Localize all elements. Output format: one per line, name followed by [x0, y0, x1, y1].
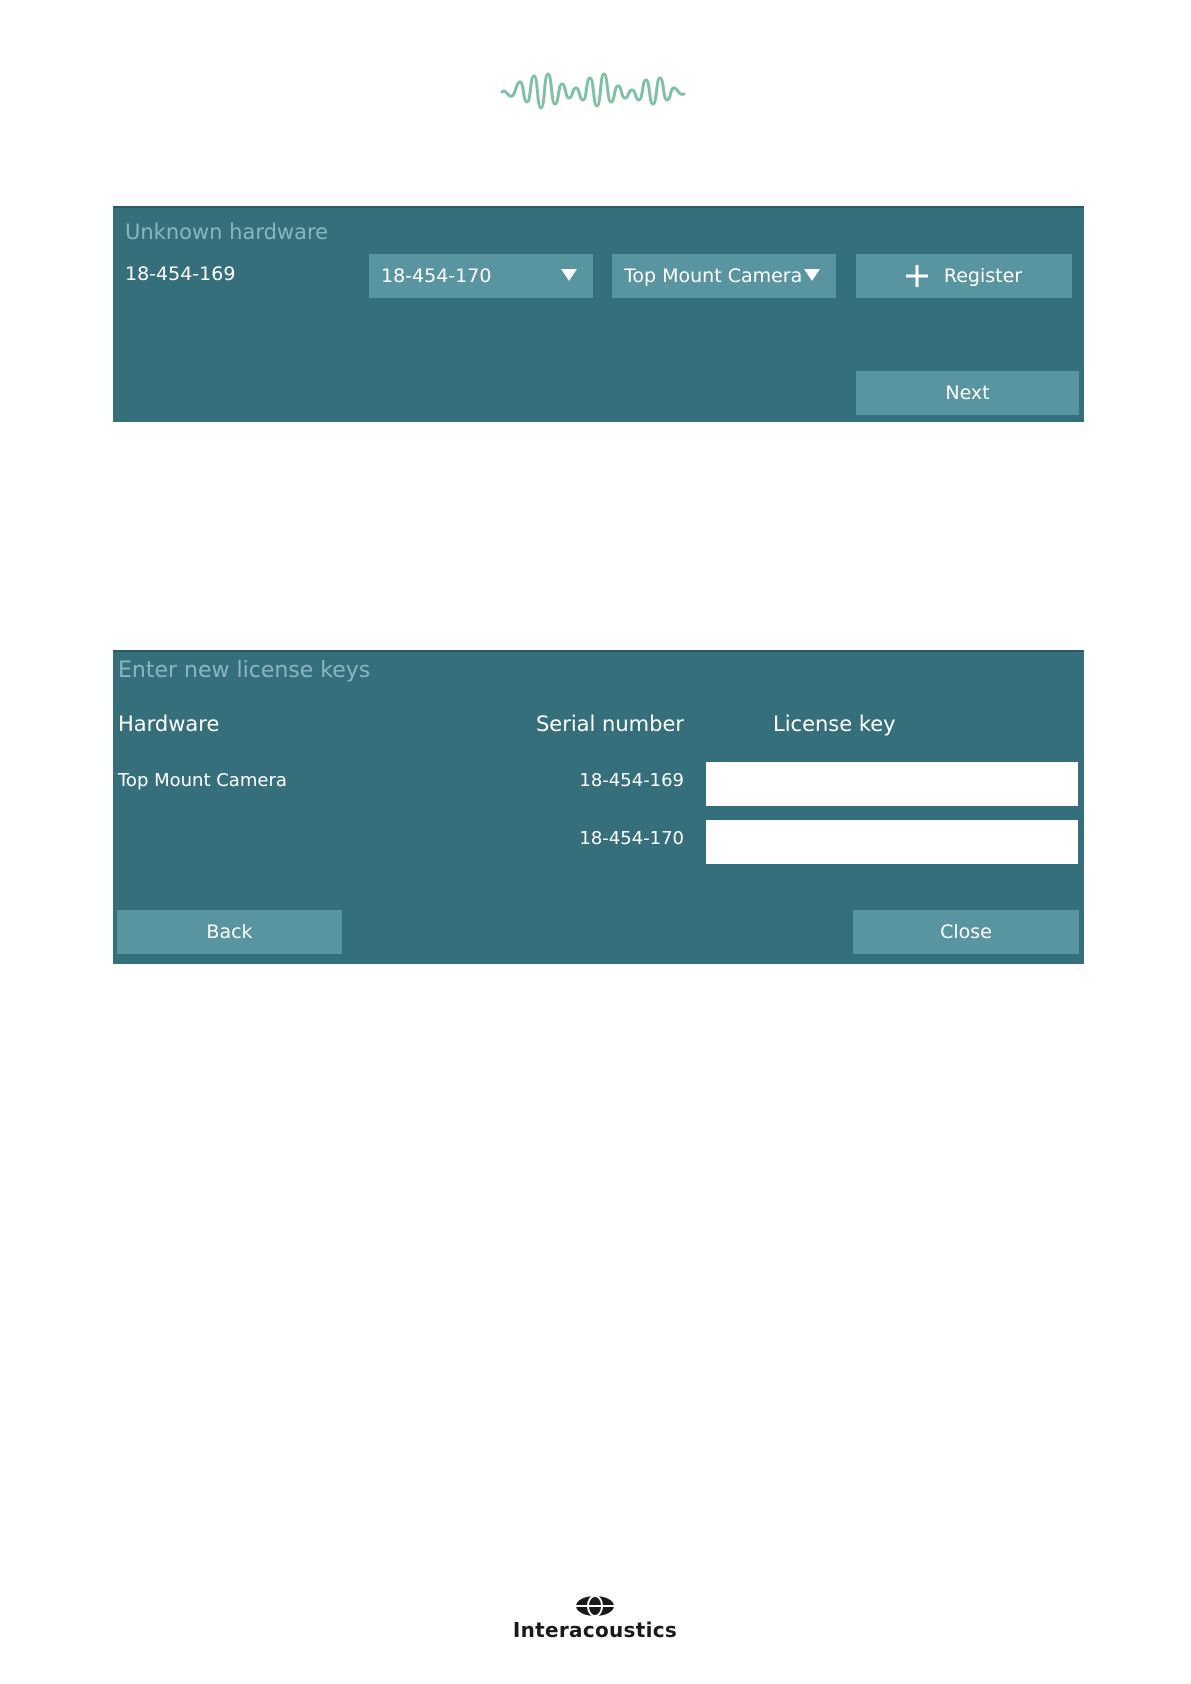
serial-number-label: 18-454-169 — [125, 263, 236, 285]
column-header-hardware: Hardware — [118, 712, 220, 736]
license-keys-panel: Enter new license keys Hardware Serial n… — [113, 650, 1084, 964]
row-serial-number: 18-454-169 — [579, 770, 684, 791]
panel-title: Unknown hardware — [125, 220, 329, 244]
hardware-type-dropdown[interactable]: Top Mount Camera — [612, 254, 836, 298]
row-serial-number: 18-454-170 — [579, 828, 684, 849]
unknown-hardware-panel: Unknown hardware 18-454-169 18-454-170 T… — [113, 206, 1084, 422]
license-key-input-1[interactable] — [706, 762, 1078, 806]
back-button[interactable]: Back — [117, 910, 342, 954]
column-header-serial-number: Serial number — [535, 712, 684, 736]
next-button[interactable]: Next — [856, 371, 1079, 415]
serial-number-dropdown[interactable]: 18-454-170 — [369, 254, 593, 298]
close-button[interactable]: Close — [853, 910, 1079, 954]
serial-dropdown-value: 18-454-170 — [381, 265, 492, 287]
panel-title: Enter new license keys — [118, 658, 371, 683]
interacoustics-logo: Interacoustics — [500, 1595, 690, 1642]
globe-icon — [576, 1595, 614, 1617]
sound-wave-logo — [500, 72, 686, 110]
brand-name: Interacoustics — [512, 1618, 678, 1642]
register-button[interactable]: Register — [856, 254, 1072, 298]
plus-icon — [905, 265, 928, 287]
license-key-input-2[interactable] — [706, 820, 1078, 864]
chevron-down-icon — [561, 269, 577, 281]
register-label: Register — [943, 265, 1023, 287]
hardware-dropdown-value: Top Mount Camera — [624, 265, 803, 287]
chevron-down-icon — [804, 269, 820, 281]
column-header-license-key: License key — [773, 712, 896, 736]
row-hardware-name: Top Mount Camera — [118, 770, 287, 791]
